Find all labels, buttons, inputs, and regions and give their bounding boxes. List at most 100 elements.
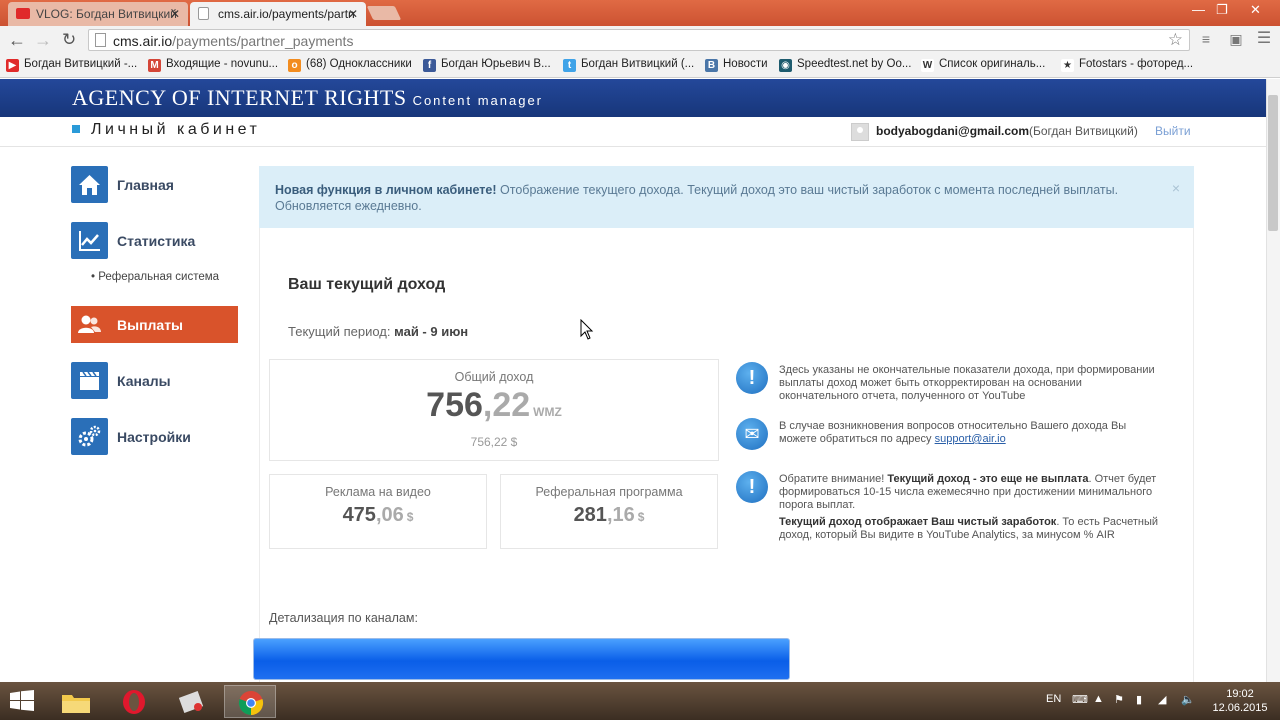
close-icon[interactable]: × xyxy=(1172,180,1180,196)
note-text: Здесь указаны не окончательные показател… xyxy=(779,364,1155,402)
volume-icon[interactable]: 🔈 xyxy=(1181,693,1195,706)
mail-icon: ✉ xyxy=(736,418,768,450)
bookmark-star-icon[interactable]: ☆ xyxy=(1168,30,1183,50)
forward-icon[interactable]: → xyxy=(34,30,52,50)
info-icon: ! xyxy=(736,362,768,394)
sidebar-item-label: Выплаты xyxy=(117,317,184,333)
total-income-label: Общий доход xyxy=(454,370,534,384)
bookmark-label: Новости xyxy=(723,58,768,70)
ads-income-label: Реклама на видео xyxy=(325,485,431,499)
bookmark-label: Богдан Юрьевич В... xyxy=(441,58,551,70)
bookmark-label: Fotostars - фоторед... xyxy=(1079,58,1194,70)
bookmark-item[interactable]: t Богдан Витвицкий (... xyxy=(563,58,695,72)
bookmark-item[interactable]: о (68) Одноклассники xyxy=(288,58,412,72)
note-attention: ! Обратите внимание! Текущий доход - это… xyxy=(736,471,1166,561)
income-title: Ваш текущий доход xyxy=(288,276,446,293)
close-window-icon[interactable]: ✕ xyxy=(1250,2,1261,18)
sidebar-item-statistics[interactable]: Статистика xyxy=(71,222,238,259)
wikipedia-icon: W xyxy=(921,59,934,72)
explorer-taskbar-button[interactable] xyxy=(50,685,102,718)
bookmark-label: Богдан Витвицкий (... xyxy=(581,58,695,70)
note-text: В случае возникновения вопросов относите… xyxy=(779,420,1127,445)
sidebar-subitem-referral[interactable]: • Реферальная система xyxy=(91,271,219,283)
sidebar-item-settings[interactable]: Настройки xyxy=(71,418,238,455)
note-not-final: ! Здесь указаны не окончательные показат… xyxy=(736,362,1166,402)
scrollbar-thumb[interactable] xyxy=(1268,95,1278,231)
bookmark-label: Speedtest.net by Oo... xyxy=(797,58,912,70)
cabinet-title: Личный кабинет xyxy=(91,121,261,138)
users-icon xyxy=(71,306,108,343)
page-icon xyxy=(95,33,106,47)
tray-expand-icon[interactable]: ▲ xyxy=(1093,693,1104,705)
mouse-cursor-icon xyxy=(580,319,594,340)
windows-start-icon[interactable] xyxy=(10,690,34,712)
referral-income-label: Реферальная программа xyxy=(535,485,683,499)
clapperboard-icon xyxy=(71,362,108,399)
opera-taskbar-button[interactable] xyxy=(108,685,160,718)
action-center-icon[interactable]: ⚑ xyxy=(1114,693,1124,706)
taskbar-clock[interactable]: 19:02 12.06.2015 xyxy=(1208,687,1272,715)
site-header: AGENCY OF INTERNET RIGHTS Content manager xyxy=(0,79,1266,117)
minimize-icon[interactable]: — xyxy=(1192,2,1205,17)
bookmark-item[interactable]: В Новости xyxy=(705,58,768,72)
chrome-taskbar-button[interactable] xyxy=(224,685,276,718)
sidebar-item-payments[interactable]: Выплаты xyxy=(71,306,238,343)
folder-icon xyxy=(62,695,90,713)
sidebar-item-label: Настройки xyxy=(117,429,191,445)
sidebar-item-home[interactable]: Главная xyxy=(71,166,238,203)
speedtest-icon: ◉ xyxy=(779,59,792,72)
star-icon: ★ xyxy=(1061,59,1074,72)
browser-tab-cms[interactable]: cms.air.io/payments/partn ✕ xyxy=(190,2,366,26)
logout-link[interactable]: Выйти xyxy=(1155,124,1191,138)
chrome-icon xyxy=(238,691,264,716)
site-logo[interactable]: AGENCY OF INTERNET RIGHTS Content manager xyxy=(72,85,543,111)
alert-text: Новая функция в личном кабинете! Отображ… xyxy=(275,183,1119,213)
sidebar-item-channels[interactable]: Каналы xyxy=(71,362,238,399)
total-income-value: 756,22 WMZ xyxy=(426,386,562,424)
reload-icon[interactable]: ↻ xyxy=(62,30,76,50)
sidebar-item-label: Каналы xyxy=(117,373,171,389)
browser-tab-vlog[interactable]: VLOG: Богдан Витвицкий ✕ xyxy=(8,2,188,26)
ok-icon: о xyxy=(288,59,301,72)
bookmark-item[interactable]: M Входящие - novunu... xyxy=(148,58,279,72)
gears-icon xyxy=(71,418,108,455)
close-tab-icon[interactable]: ✕ xyxy=(170,4,180,24)
new-tab-button[interactable] xyxy=(366,6,402,20)
url-text[interactable]: cms.air.io/payments/partner_payments xyxy=(113,33,353,49)
chart-icon xyxy=(71,222,108,259)
home-icon xyxy=(71,166,108,203)
bookmark-label: Входящие - novunu... xyxy=(166,58,279,70)
language-indicator[interactable]: EN xyxy=(1046,693,1061,705)
youtube-icon: ▶ xyxy=(6,59,19,72)
app-taskbar-button[interactable] xyxy=(166,685,218,718)
opera-icon xyxy=(123,690,145,714)
recorder-icon xyxy=(179,691,204,713)
extension-icon[interactable]: ≡ xyxy=(1198,31,1214,47)
address-bar[interactable]: cms.air.io/payments/partner_payments ☆ xyxy=(88,29,1190,51)
note-text: Обратите внимание! Текущий доход - это е… xyxy=(779,473,1159,541)
browser-toolbar: ← → ↻ cms.air.io/payments/partner_paymen… xyxy=(0,26,1280,54)
menu-icon[interactable]: ☰ xyxy=(1256,31,1272,47)
cabinet-marker xyxy=(72,125,80,133)
restore-icon[interactable]: ❐ xyxy=(1216,2,1228,18)
windows-taskbar: EN ⌨ ▲ ⚑ ▮ ◢ 🔈 19:02 12.06.2015 xyxy=(0,682,1280,720)
sidebar-item-label: Главная xyxy=(117,177,174,193)
back-icon[interactable]: ← xyxy=(8,30,26,50)
bookmarks-bar: ▶ Богдан Витвицкий -... M Входящие - novunu… xyxy=(0,54,1280,78)
keyboard-icon[interactable]: ⌨ xyxy=(1072,693,1088,706)
bookmark-item[interactable]: ▶ Богдан Витвицкий -... xyxy=(6,58,137,72)
channel-detail-label: Детализация по каналам: xyxy=(269,611,418,625)
power-icon[interactable]: ▮ xyxy=(1136,693,1142,706)
close-tab-icon[interactable]: ✕ xyxy=(348,4,358,24)
bookmark-label: (68) Одноклассники xyxy=(306,58,412,70)
referral-income-card: Реферальная программа 281,16 $ xyxy=(500,474,718,549)
support-email-link[interactable]: support@air.io xyxy=(935,433,1006,445)
user-email: bodyabogdani@gmail.com xyxy=(876,124,1030,138)
hangouts-icon[interactable]: ▣ xyxy=(1228,31,1244,47)
youtube-icon xyxy=(16,8,30,19)
bookmark-item[interactable]: ★ Fotostars - фоторед... xyxy=(1061,58,1194,72)
bookmark-item[interactable]: ◉ Speedtest.net by Oo... xyxy=(779,58,912,72)
bookmark-item[interactable]: W Список оригиналь... xyxy=(921,58,1045,72)
network-icon[interactable]: ◢ xyxy=(1158,693,1166,706)
bookmark-item[interactable]: f Богдан Юрьевич В... xyxy=(423,58,551,72)
